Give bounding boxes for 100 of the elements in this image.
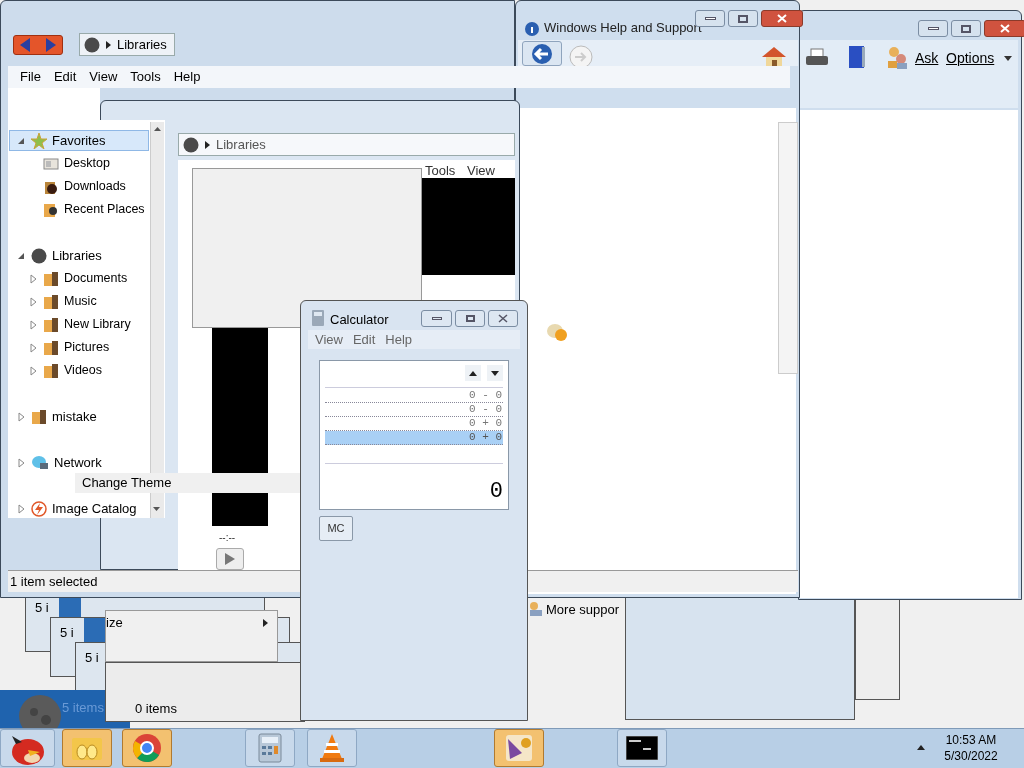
caret-icon bbox=[1004, 56, 1012, 61]
history-row[interactable]: 0 - 0 bbox=[325, 389, 503, 403]
history-row[interactable]: 0 - 0 bbox=[325, 403, 503, 417]
close-button[interactable] bbox=[984, 20, 1024, 37]
tree-item[interactable]: Documents bbox=[9, 268, 149, 289]
close-button[interactable] bbox=[488, 310, 518, 327]
maximize-button[interactable] bbox=[951, 20, 981, 37]
tray-arrow-icon bbox=[917, 745, 925, 750]
tree-item[interactable]: Libraries bbox=[9, 245, 149, 266]
minimize-button[interactable] bbox=[918, 20, 948, 37]
status-text: 0 items bbox=[135, 700, 177, 718]
status-text: 5 i bbox=[35, 599, 49, 617]
close-icon bbox=[1000, 24, 1010, 33]
memory-clear-button[interactable]: MC bbox=[319, 516, 353, 541]
toolbar-button[interactable]: Options bbox=[946, 48, 995, 69]
cone-icon bbox=[318, 733, 346, 763]
lightning-icon bbox=[31, 500, 47, 517]
toolbar-button[interactable]: Ask bbox=[915, 48, 939, 69]
support-link[interactable]: More suppor bbox=[546, 600, 619, 620]
circle-icon bbox=[31, 247, 47, 264]
window-title: Calculator bbox=[330, 311, 389, 329]
tree-item[interactable]: Network bbox=[9, 452, 149, 473]
badge-icon bbox=[546, 322, 568, 342]
menu-item[interactable]: View bbox=[467, 161, 495, 181]
folder-icon bbox=[43, 270, 59, 287]
folder-icon bbox=[43, 339, 59, 356]
calculator-icon bbox=[312, 310, 324, 326]
minimize-button[interactable] bbox=[421, 310, 452, 327]
expand-arrow-icon bbox=[28, 273, 38, 284]
menu-item[interactable]: View bbox=[315, 329, 343, 350]
close-icon bbox=[498, 314, 508, 323]
history-row[interactable]: 0 + 0 bbox=[325, 431, 503, 445]
tree-item[interactable]: Desktop bbox=[9, 153, 149, 174]
people-icon bbox=[886, 45, 908, 69]
status-text: 1 item selected bbox=[10, 572, 98, 591]
globe-icon bbox=[31, 454, 49, 471]
circle-icon bbox=[84, 36, 100, 53]
circle-icon bbox=[183, 136, 199, 153]
expand-arrow-icon bbox=[16, 457, 26, 468]
menu-item[interactable]: Change Theme bbox=[82, 473, 172, 493]
close-button[interactable] bbox=[761, 10, 803, 27]
expand-arrow-icon bbox=[28, 296, 38, 307]
menu-item[interactable]: View bbox=[83, 67, 124, 87]
expand-arrow-icon bbox=[28, 342, 38, 353]
tree-item[interactable]: Downloads bbox=[9, 176, 149, 197]
scroll-up-button[interactable] bbox=[465, 365, 481, 381]
time-text: --:-- bbox=[219, 531, 236, 545]
home-icon bbox=[761, 46, 787, 68]
back-button[interactable] bbox=[522, 41, 562, 66]
help-icon bbox=[525, 22, 539, 36]
expand-arrow-icon bbox=[28, 365, 38, 376]
book-icon bbox=[847, 45, 867, 69]
taskbar-button[interactable] bbox=[617, 729, 667, 767]
result-display: 0 bbox=[489, 479, 503, 505]
star-icon bbox=[31, 132, 47, 149]
clock-date: 5/30/2022 bbox=[944, 748, 998, 764]
tree-item[interactable]: Favorites bbox=[9, 130, 149, 151]
expand-arrow-icon bbox=[28, 319, 38, 330]
maximize-button[interactable] bbox=[455, 310, 485, 327]
folder-icon bbox=[43, 316, 59, 333]
status-text: 5 i bbox=[60, 624, 74, 642]
menu-item[interactable]: Edit bbox=[47, 67, 83, 87]
maximize-button[interactable] bbox=[728, 10, 758, 27]
folder-icon bbox=[31, 408, 47, 425]
menu-item[interactable]: ize bbox=[106, 614, 276, 632]
people-icon bbox=[529, 601, 543, 617]
breadcrumb-bar[interactable]: Libraries bbox=[79, 33, 175, 56]
tree-item[interactable]: Image Catalog bbox=[9, 498, 149, 519]
tree-item[interactable]: mistake bbox=[9, 406, 149, 427]
menu-item[interactable]: Edit bbox=[352, 329, 376, 350]
status-text: 5 i bbox=[85, 649, 99, 667]
breadcrumb-arrow-icon bbox=[106, 40, 111, 49]
window-title: Windows Help and Support bbox=[544, 20, 702, 35]
scroll-down-button[interactable] bbox=[487, 365, 503, 381]
calculator-icon bbox=[258, 733, 282, 763]
dropdown-caret-icon bbox=[153, 507, 160, 511]
menu-item[interactable]: Tools bbox=[425, 161, 456, 181]
expand-arrow-icon bbox=[16, 411, 26, 422]
breadcrumb-bar[interactable]: Libraries bbox=[178, 133, 515, 156]
tree-item[interactable]: Videos bbox=[9, 360, 149, 381]
printer-icon bbox=[805, 48, 829, 68]
menu-item[interactable]: Help bbox=[167, 67, 207, 87]
breadcrumb-arrow-icon bbox=[205, 140, 210, 149]
expand-arrow-icon bbox=[16, 503, 26, 514]
menu-item[interactable]: File bbox=[14, 67, 47, 87]
menu-item[interactable]: Tools bbox=[124, 67, 167, 87]
menu-item[interactable]: Help bbox=[385, 329, 413, 350]
close-icon bbox=[777, 14, 787, 23]
tree-item[interactable]: Recent Places bbox=[9, 199, 149, 220]
play-button[interactable] bbox=[216, 548, 244, 570]
console-icon bbox=[626, 736, 658, 760]
play-icon bbox=[225, 553, 235, 565]
tree-item[interactable]: New Library bbox=[9, 314, 149, 335]
tree-item[interactable]: Music bbox=[9, 291, 149, 312]
browser-icon bbox=[132, 733, 162, 763]
clock-time: 10:53 AM bbox=[945, 732, 997, 748]
down-arrow-icon bbox=[491, 370, 499, 376]
desktop-icon bbox=[43, 155, 59, 172]
tree-item[interactable]: Pictures bbox=[9, 337, 149, 358]
folder-icon bbox=[43, 201, 59, 218]
